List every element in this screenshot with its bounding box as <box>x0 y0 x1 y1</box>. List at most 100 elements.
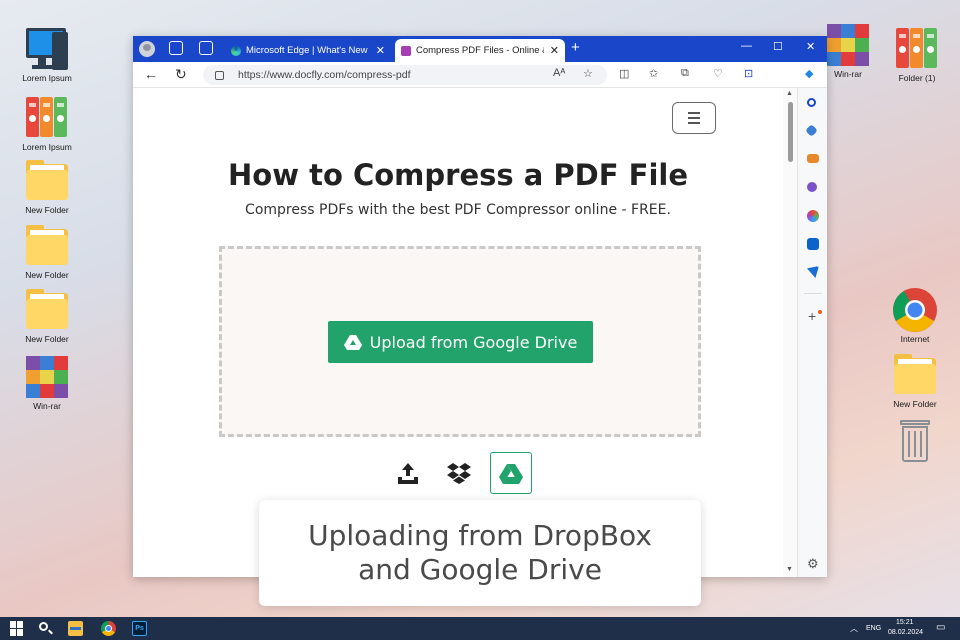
desktop-icon-label: Folder (1) <box>898 73 936 83</box>
notification-dot <box>818 310 822 314</box>
search-icon[interactable] <box>38 621 53 636</box>
refresh-icon[interactable]: ↻ <box>175 66 187 83</box>
upload-icon <box>398 463 418 484</box>
desktop-icon-binders[interactable]: Lorem Ipsum <box>15 95 79 152</box>
tab-edge-whats-new[interactable]: Microsoft Edge | What's New ✕ <box>225 39 391 62</box>
taskbar: Ps ︿ ENG 15:21 08.02.2024 ▭ <box>0 617 960 640</box>
settings-gear-icon[interactable]: ⚙ <box>807 556 819 572</box>
recycle-bin-icon <box>892 418 938 464</box>
copilot-icon[interactable]: ◆ <box>805 67 813 80</box>
folder-icon <box>24 223 70 269</box>
caption-line-1: Uploading from DropBox <box>308 519 652 552</box>
read-aloud-icon[interactable]: Aᴬ <box>553 67 565 79</box>
favorite-star-icon[interactable]: ☆ <box>583 67 593 80</box>
new-tab-icon[interactable]: + <box>571 39 580 56</box>
close-window-icon[interactable]: ✕ <box>806 40 815 53</box>
caption-line-2: and Google Drive <box>358 553 602 586</box>
favorites-icon[interactable]: ✩ <box>649 67 658 80</box>
lock-icon <box>215 70 224 80</box>
notifications-icon[interactable]: ▭ <box>936 622 945 633</box>
workspaces-icon[interactable] <box>169 41 183 55</box>
desktop-icon-new-folder[interactable]: New Folder <box>15 223 79 280</box>
maximize-icon[interactable]: ☐ <box>773 40 783 53</box>
page-subtitle: Compress PDFs with the best PDF Compress… <box>245 202 671 218</box>
tab-bar: Microsoft Edge | What's New ✕ Compress P… <box>133 36 827 62</box>
desktop-icon-new-folder[interactable]: New Folder <box>15 287 79 344</box>
tab-compress-pdf[interactable]: Compress PDF Files - Online & F ✕ <box>395 39 565 62</box>
extensions-icon[interactable]: ⊡ <box>744 67 753 80</box>
desktop-icon-new-folder[interactable]: New Folder <box>883 352 947 409</box>
upload-button-label: Upload from Google Drive <box>369 332 578 352</box>
tools-icon[interactable] <box>807 154 819 163</box>
chrome-icon <box>892 287 938 333</box>
tab-title: Microsoft Edge | What's New <box>246 45 368 56</box>
language-indicator[interactable]: ENG <box>866 625 881 632</box>
desktop-icon-label: New Folder <box>893 399 937 409</box>
google-drive-icon <box>343 335 362 350</box>
desktop-icon-internet[interactable]: Internet <box>883 287 947 344</box>
upload-from-dropbox-button[interactable] <box>438 452 480 494</box>
page-scrollbar[interactable]: ▲ ▼ <box>783 88 797 577</box>
folder-icon <box>24 287 70 333</box>
desktop-icon-label: New Folder <box>25 205 69 215</box>
chrome-taskbar-icon[interactable] <box>101 621 116 636</box>
menu-line <box>688 122 700 124</box>
upload-dropzone[interactable]: Upload from Google Drive <box>219 246 701 437</box>
menu-button[interactable] <box>672 102 716 134</box>
scroll-thumb[interactable] <box>788 102 793 162</box>
google-drive-icon <box>499 463 523 484</box>
docfly-icon <box>401 45 411 56</box>
clock-time[interactable]: 15:21 <box>896 619 914 626</box>
windows-start-icon[interactable] <box>10 621 25 636</box>
upload-google-drive-button[interactable]: Upload from Google Drive <box>328 321 593 363</box>
folder-icon <box>24 158 70 204</box>
desktop-icon-label: New Folder <box>25 270 69 280</box>
photoshop-icon[interactable]: Ps <box>132 621 147 636</box>
send-icon[interactable] <box>807 266 819 278</box>
search-icon[interactable] <box>807 98 816 107</box>
desktop-icon-recycle-bin[interactable] <box>883 418 947 465</box>
page-title: How to Compress a PDF File <box>228 158 688 192</box>
desktop-icon-label: Win-rar <box>834 69 862 79</box>
back-icon[interactable]: ← <box>144 66 158 82</box>
upload-from-computer-button[interactable] <box>387 452 429 494</box>
outlook-icon[interactable] <box>807 238 819 250</box>
upload-from-google-drive-button[interactable] <box>490 452 532 494</box>
url-input[interactable]: https://www.docfly.com/compress-pdf <box>203 65 607 85</box>
games-icon[interactable] <box>807 182 817 192</box>
tray-chevron-icon[interactable]: ︿ <box>850 623 858 634</box>
address-bar: ← ↻ https://www.docfly.com/compress-pdf … <box>133 62 827 88</box>
microsoft-365-icon[interactable] <box>807 210 819 222</box>
split-screen-icon[interactable]: ◫ <box>619 67 629 80</box>
add-icon[interactable]: + <box>808 308 816 324</box>
tab-actions-icon[interactable] <box>199 41 213 55</box>
minimize-icon[interactable]: — <box>741 40 752 52</box>
winrar-icon <box>825 22 871 68</box>
profile-avatar[interactable] <box>139 41 155 57</box>
shopping-icon[interactable] <box>805 124 818 137</box>
scroll-up-icon[interactable]: ▲ <box>786 90 793 97</box>
caption-overlay: Uploading from DropBox and Google Drive <box>259 500 701 606</box>
close-tab-icon[interactable]: ✕ <box>376 44 385 57</box>
desktop-icon-new-folder[interactable]: New Folder <box>15 158 79 215</box>
browser-essentials-icon[interactable]: ♡ <box>713 67 723 80</box>
close-tab-icon[interactable]: ✕ <box>550 44 559 57</box>
desktop-icon-computer[interactable]: Lorem Ipsum <box>15 26 79 83</box>
edge-icon <box>231 45 241 56</box>
desktop-icon-winrar[interactable]: Win-rar <box>15 354 79 411</box>
desktop-icon-label: Lorem Ipsum <box>22 73 72 83</box>
winrar-icon <box>24 354 70 400</box>
menu-line <box>688 112 700 114</box>
desktop-icon-label: Win-rar <box>33 401 61 411</box>
browser-window: Microsoft Edge | What's New ✕ Compress P… <box>133 36 827 577</box>
clock-date[interactable]: 08.02.2024 <box>888 629 923 636</box>
desktop-icon-binders[interactable]: Folder (1) <box>885 26 949 83</box>
scroll-down-icon[interactable]: ▼ <box>786 566 793 573</box>
desktop-icon-label: New Folder <box>25 334 69 344</box>
binders-icon <box>894 26 940 72</box>
menu-line <box>688 117 700 119</box>
collections-icon[interactable]: ⧉ <box>681 67 689 80</box>
tab-title: Compress PDF Files - Online & F <box>416 45 544 56</box>
file-explorer-icon[interactable] <box>68 621 83 636</box>
desktop-icon-label: Lorem Ipsum <box>22 142 72 152</box>
